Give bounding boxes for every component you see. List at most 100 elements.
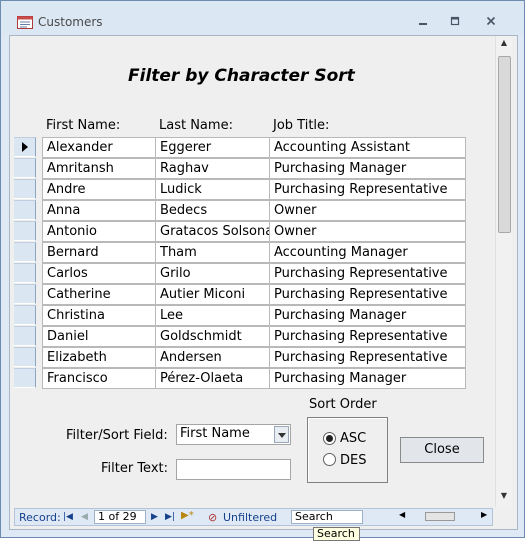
horizontal-scrollbar[interactable]: ◀ ▶	[399, 510, 491, 523]
record-selector[interactable]	[14, 137, 36, 157]
job-title-cell[interactable]: Purchasing Manager	[269, 368, 466, 389]
first-name-cell[interactable]: Alexander	[42, 137, 156, 158]
last-name-cell[interactable]: Goldschmidt	[155, 326, 270, 347]
record-selector[interactable]	[14, 158, 36, 178]
last-name-cell[interactable]: Lee	[155, 305, 270, 326]
first-name-cell[interactable]: Andre	[42, 179, 156, 200]
table-row[interactable]: Francisco Pérez-Olaeta Purchasing Manager	[14, 368, 467, 389]
record-selector[interactable]	[14, 326, 36, 346]
first-name-cell[interactable]: Bernard	[42, 242, 156, 263]
sort-des-label: DES	[340, 453, 367, 468]
sort-asc-label: ASC	[340, 431, 367, 446]
scroll-right-icon[interactable]: ▶	[481, 510, 487, 519]
job-title-cell[interactable]: Accounting Assistant	[269, 137, 466, 158]
record-selector[interactable]	[14, 221, 36, 241]
record-selector[interactable]	[14, 284, 36, 304]
job-title-cell[interactable]: Owner	[269, 200, 466, 221]
first-name-cell[interactable]: Francisco	[42, 368, 156, 389]
job-title-cell[interactable]: Purchasing Manager	[269, 158, 466, 179]
first-name-cell[interactable]: Carlos	[42, 263, 156, 284]
sort-asc-radio[interactable]	[323, 432, 336, 445]
close-icon	[486, 16, 496, 26]
new-record-icon[interactable]: ▶*	[181, 510, 194, 521]
job-title-cell[interactable]: Purchasing Representative	[269, 263, 466, 284]
first-name-cell[interactable]: Daniel	[42, 326, 156, 347]
job-title-cell[interactable]: Purchasing Representative	[269, 284, 466, 305]
table-row[interactable]: Andre Ludick Purchasing Representative	[14, 179, 467, 200]
last-name-cell[interactable]: Gratacos Solsona	[155, 221, 270, 242]
first-name-cell[interactable]: Antonio	[42, 221, 156, 242]
current-record-field[interactable]: 1 of 29	[94, 510, 146, 524]
scroll-up-icon[interactable]: ▲	[498, 38, 510, 52]
filter-status[interactable]: Unfiltered	[223, 511, 277, 524]
last-name-cell[interactable]: Raghav	[155, 158, 270, 179]
current-record-icon	[22, 142, 28, 152]
first-name-cell[interactable]: Christina	[42, 305, 156, 326]
first-name-cell[interactable]: Elizabeth	[42, 347, 156, 368]
job-title-cell[interactable]: Owner	[269, 221, 466, 242]
job-title-cell[interactable]: Purchasing Representative	[269, 179, 466, 200]
table-row[interactable]: Amritansh Raghav Purchasing Manager	[14, 158, 467, 179]
scroll-thumb[interactable]	[498, 56, 511, 233]
previous-record-icon[interactable]: ◀	[81, 512, 88, 522]
last-name-cell[interactable]: Ludick	[155, 179, 270, 200]
close-button[interactable]: Close	[400, 437, 484, 463]
window-title: Customers	[38, 15, 103, 29]
last-name-cell[interactable]: Grilo	[155, 263, 270, 284]
job-title-cell[interactable]: Purchasing Manager	[269, 305, 466, 326]
table-row[interactable]: Catherine Autier Miconi Purchasing Represe…	[14, 284, 467, 305]
record-selector[interactable]	[14, 242, 36, 262]
record-selector[interactable]	[14, 179, 36, 199]
table-row[interactable]: Antonio Gratacos Solsona Owner	[14, 221, 467, 242]
filter-sort-field-label: Filter/Sort Field:	[66, 428, 168, 443]
records-grid: Alexander Eggerer Accounting Assistant Amri…	[14, 137, 467, 393]
record-selector[interactable]	[14, 347, 36, 367]
table-row[interactable]: Christina Lee Purchasing Manager	[14, 305, 467, 326]
minimize-icon	[419, 23, 427, 25]
scroll-down-icon[interactable]: ▼	[498, 491, 510, 505]
record-selector[interactable]	[14, 368, 36, 388]
last-name-cell[interactable]: Bedecs	[155, 200, 270, 221]
search-input[interactable]: Search	[291, 510, 363, 524]
scroll-left-icon[interactable]: ◀	[399, 510, 405, 519]
filter-sort-field-select[interactable]: First Name	[176, 424, 291, 445]
last-name-cell[interactable]: Pérez-Olaeta	[155, 368, 270, 389]
sort-order-label: Sort Order	[309, 397, 377, 412]
record-selector[interactable]	[14, 263, 36, 283]
next-record-icon[interactable]: ▶	[151, 512, 158, 522]
table-row[interactable]: Anna Bedecs Owner	[14, 200, 467, 221]
column-header-first-name: First Name:	[46, 118, 121, 133]
last-name-cell[interactable]: Tham	[155, 242, 270, 263]
job-title-cell[interactable]: Purchasing Representative	[269, 347, 466, 368]
job-title-cell[interactable]: Accounting Manager	[269, 242, 466, 263]
record-navigator: Record: |◀ ◀ 1 of 29 ▶ ▶| ▶* ⊘ Unfiltere…	[14, 508, 493, 526]
sort-des-radio[interactable]	[323, 453, 336, 466]
maximize-button[interactable]	[441, 11, 469, 31]
first-record-icon[interactable]: |◀	[63, 512, 73, 522]
last-name-cell[interactable]: Andersen	[155, 347, 270, 368]
last-name-cell[interactable]: Eggerer	[155, 137, 270, 158]
minimize-button[interactable]	[409, 11, 437, 31]
table-row[interactable]: Elizabeth Andersen Purchasing Representati…	[14, 347, 467, 368]
table-row[interactable]: Bernard Tham Accounting Manager	[14, 242, 467, 263]
table-row[interactable]: Carlos Grilo Purchasing Representative	[14, 263, 467, 284]
job-title-cell[interactable]: Purchasing Representative	[269, 326, 466, 347]
vertical-scrollbar[interactable]: ▲ ▼	[495, 36, 512, 507]
table-row[interactable]: Daniel Goldschmidt Purchasing Representati…	[14, 326, 467, 347]
horizontal-scroll-thumb[interactable]	[425, 512, 455, 521]
chevron-down-icon[interactable]	[274, 426, 289, 443]
record-selector[interactable]	[14, 200, 36, 220]
form-title: Filter by Character Sort	[128, 66, 355, 86]
first-name-cell[interactable]: Catherine	[42, 284, 156, 305]
table-row[interactable]: Alexander Eggerer Accounting Assistant	[14, 137, 467, 158]
column-header-last-name: Last Name:	[159, 118, 233, 133]
record-selector[interactable]	[14, 305, 36, 325]
last-name-cell[interactable]: Autier Miconi	[155, 284, 270, 305]
close-window-button[interactable]	[477, 11, 505, 31]
sort-order-group	[307, 417, 388, 483]
first-name-cell[interactable]: Amritansh	[42, 158, 156, 179]
filter-text-input[interactable]	[176, 459, 291, 480]
filter-icon: ⊘	[208, 511, 218, 524]
last-record-icon[interactable]: ▶|	[165, 512, 175, 522]
first-name-cell[interactable]: Anna	[42, 200, 156, 221]
